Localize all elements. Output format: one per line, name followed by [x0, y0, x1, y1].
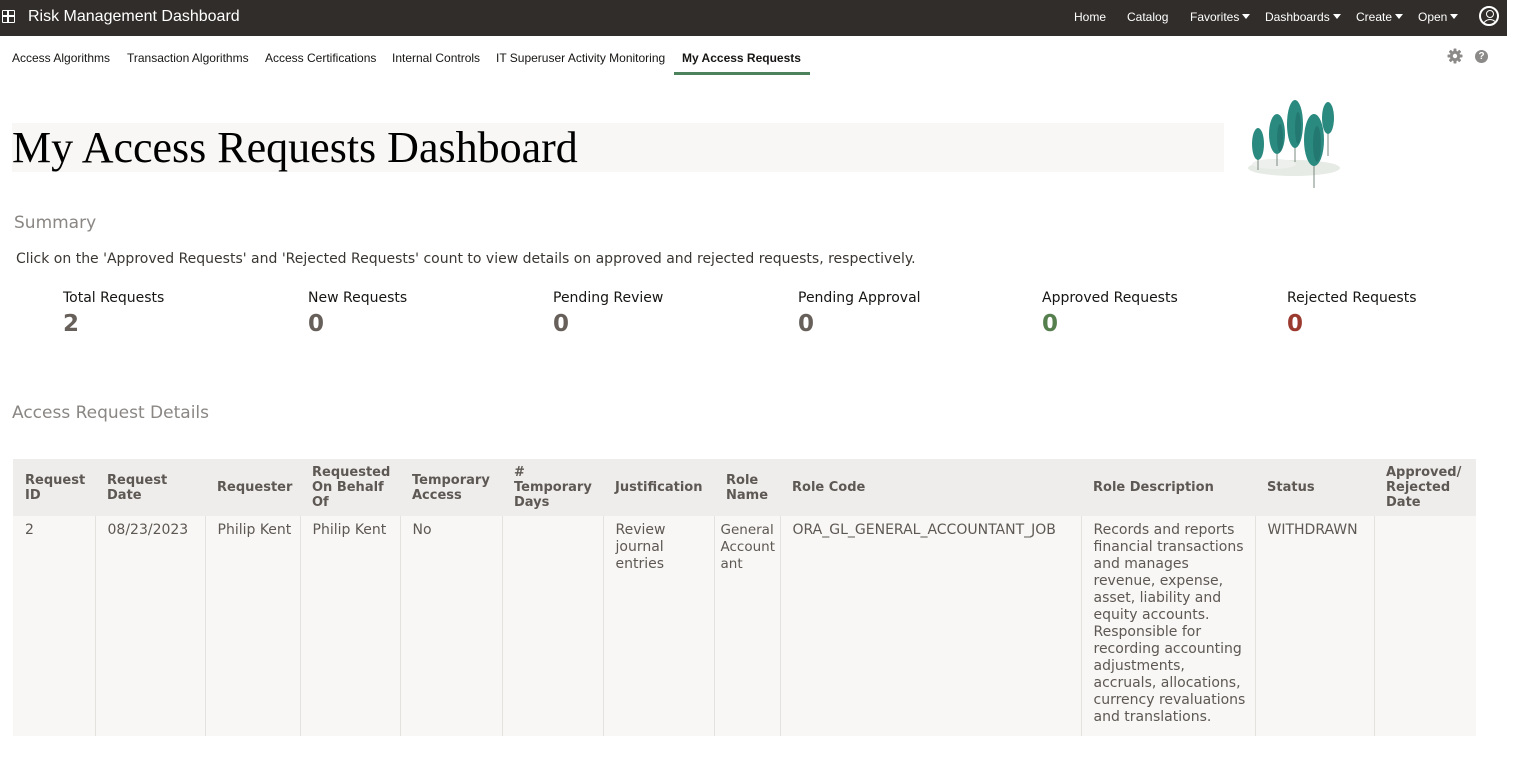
nav-create-label: Create	[1356, 10, 1393, 24]
chevron-down-icon	[1450, 14, 1459, 19]
app-title: Risk Management Dashboard	[28, 8, 240, 25]
top-bar: Risk Management Dashboard Home Catalog F…	[0, 0, 1507, 36]
nav-dashboards-label: Dashboards	[1265, 10, 1330, 24]
metric-pending-approval-value: 0	[798, 311, 815, 337]
cell-requester: Philip Kent	[205, 516, 301, 736]
cell-request-id: 2	[13, 516, 96, 736]
table-header-row: Request ID Request Date Requester Reques…	[13, 459, 1476, 516]
metric-new-requests-value: 0	[308, 311, 325, 337]
nav-create-menu[interactable]: Create	[1356, 10, 1404, 24]
column-header-approved-rejected-date[interactable]: Approved/ Rejected Date	[1374, 459, 1476, 516]
nav-open-label: Open	[1418, 10, 1448, 24]
nav-favorites-label: Favorites	[1190, 10, 1240, 24]
nav-home[interactable]: Home	[1074, 10, 1106, 24]
cell-approved-rejected-date	[1374, 516, 1476, 736]
column-header-requester[interactable]: Requester	[205, 459, 300, 516]
column-header-role-code[interactable]: Role Code	[780, 459, 1081, 516]
nav-catalog-label: Catalog	[1127, 10, 1169, 24]
metric-pending-approval-label: Pending Approval	[798, 290, 921, 306]
metric-rejected-requests-label: Rejected Requests	[1287, 290, 1417, 306]
nav-dashboards-menu[interactable]: Dashboards	[1265, 10, 1341, 24]
cell-temporary-access: No	[400, 516, 503, 736]
column-header-temporary-access[interactable]: Temporary Access	[400, 459, 502, 516]
table-row: 2 08/23/2023 Philip Kent Philip Kent No …	[13, 516, 1476, 736]
help-icon[interactable]: ?	[1475, 50, 1488, 63]
column-header-justification[interactable]: Justification	[603, 459, 714, 516]
access-request-table: Request ID Request Date Requester Reques…	[13, 459, 1476, 772]
metric-approved-requests-label: Approved Requests	[1042, 290, 1178, 306]
cell-justification: Review journal entries	[603, 516, 715, 736]
active-tab-indicator	[674, 72, 810, 75]
nav-open-menu[interactable]: Open	[1418, 10, 1459, 24]
nav-favorites-menu[interactable]: Favorites	[1190, 10, 1251, 24]
metric-total-requests-label: Total Requests	[63, 290, 165, 306]
summary-section-title: Summary	[14, 213, 97, 233]
column-header-role-description[interactable]: Role Description	[1081, 459, 1255, 516]
tab-my-access-requests[interactable]: My Access Requests	[682, 51, 801, 65]
cell-request-date: 08/23/2023	[95, 516, 206, 736]
summary-instruction: Click on the 'Approved Requests' and 'Re…	[16, 251, 916, 267]
column-header-requested-on-behalf-of[interactable]: Requested On Behalf Of	[300, 459, 400, 516]
tab-it-superuser-activity-monitoring[interactable]: IT Superuser Activity Monitoring	[496, 51, 665, 65]
column-header-status[interactable]: Status	[1255, 459, 1374, 516]
cell-role-code: ORA_GL_GENERAL_ACCOUNTANT_JOB	[780, 516, 1082, 736]
chevron-down-icon	[1395, 14, 1404, 19]
chevron-down-icon	[1242, 14, 1251, 19]
page-title: My Access Requests Dashboard	[12, 123, 578, 172]
column-header-temporary-days[interactable]: # Temporary Days	[502, 459, 603, 516]
details-section-title: Access Request Details	[12, 403, 209, 423]
metric-pending-review-value: 0	[553, 311, 570, 337]
tab-transaction-algorithms[interactable]: Transaction Algorithms	[127, 51, 249, 65]
metric-approved-requests-value[interactable]: 0	[1042, 311, 1058, 337]
nav-home-label: Home	[1074, 10, 1107, 24]
tab-access-algorithms[interactable]: Access Algorithms	[12, 51, 110, 65]
user-profile-icon[interactable]	[1479, 6, 1499, 26]
app-grid-icon[interactable]	[2, 10, 15, 23]
column-header-role-name[interactable]: Role Name	[714, 459, 780, 516]
cell-temporary-days	[502, 516, 604, 736]
cell-status: WITHDRAWN	[1255, 516, 1375, 736]
metric-rejected-requests-value[interactable]: 0	[1287, 311, 1303, 337]
column-header-request-id[interactable]: Request ID	[13, 459, 95, 516]
chevron-down-icon	[1332, 14, 1341, 19]
trees-illustration-icon	[1248, 100, 1340, 188]
gear-icon[interactable]	[1447, 48, 1463, 64]
column-header-request-date[interactable]: Request Date	[95, 459, 205, 516]
metric-total-requests-value: 2	[63, 311, 80, 337]
cell-requested-on-behalf-of: Philip Kent	[300, 516, 401, 736]
metric-pending-review-label: Pending Review	[553, 290, 664, 306]
cell-role-name: General Accountant	[714, 516, 781, 736]
tab-internal-controls[interactable]: Internal Controls	[392, 51, 480, 65]
nav-catalog[interactable]: Catalog	[1127, 10, 1168, 24]
tab-access-certifications[interactable]: Access Certifications	[265, 51, 376, 65]
metric-new-requests-label: New Requests	[308, 290, 408, 306]
cell-role-description: Records and reports financial transactio…	[1081, 516, 1256, 736]
